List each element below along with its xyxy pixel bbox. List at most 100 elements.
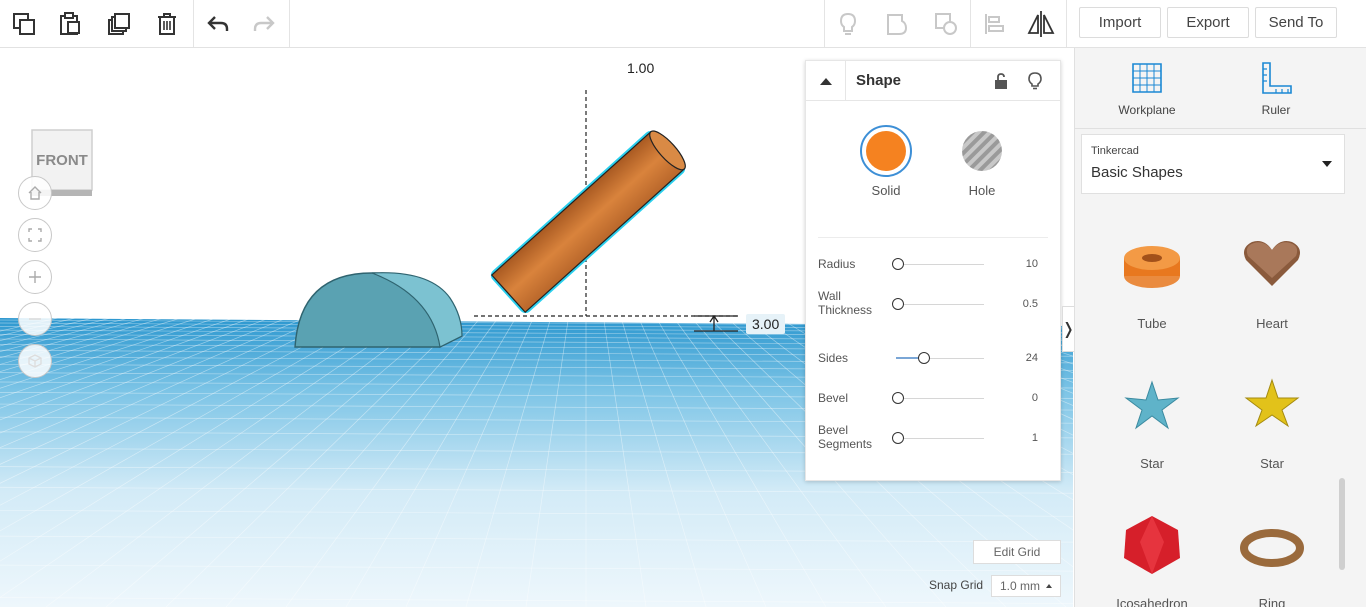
import-button[interactable]: Import xyxy=(1079,7,1161,38)
property-slider-knob[interactable] xyxy=(892,432,904,444)
workplane-label: Workplane xyxy=(1118,103,1176,117)
perspective-toggle-button[interactable] xyxy=(18,344,52,378)
shape-card-star[interactable]: Star xyxy=(1097,358,1207,488)
property-slider-track[interactable] xyxy=(896,264,984,265)
panel-divider xyxy=(1075,128,1366,129)
lightbulb-icon xyxy=(1028,72,1042,90)
copy-icon xyxy=(13,13,35,35)
mirror-icon xyxy=(1027,11,1055,37)
panel-scrollbar[interactable] xyxy=(1339,478,1345,570)
ungroup-icon xyxy=(935,13,957,35)
shape-library-dropdown[interactable]: Tinkercad Basic Shapes xyxy=(1081,134,1345,194)
lock-button[interactable] xyxy=(990,70,1012,92)
zoom-in-button[interactable] xyxy=(18,260,52,294)
duplicate-button[interactable] xyxy=(101,6,137,42)
shape-card-tube[interactable]: Tube xyxy=(1097,218,1207,348)
shape-label: Star xyxy=(1260,456,1284,471)
fit-icon xyxy=(28,228,42,242)
workplane-icon xyxy=(1132,63,1162,93)
collapse-inspector-button[interactable] xyxy=(806,61,846,100)
property-slider-knob[interactable] xyxy=(892,298,904,310)
redo-button[interactable] xyxy=(246,6,282,42)
solid-swatch xyxy=(866,131,906,171)
caret-down-icon xyxy=(1322,161,1332,167)
shape-card-star[interactable]: Star xyxy=(1217,358,1327,488)
shape-label: Icosahedron xyxy=(1116,596,1188,607)
property-value[interactable]: 0 xyxy=(1032,392,1038,404)
shape-star-icon xyxy=(1124,380,1180,430)
inspector-header: Shape xyxy=(806,61,1060,101)
show-all-button[interactable] xyxy=(830,6,866,42)
half-cylinder-shape[interactable] xyxy=(294,272,463,348)
hole-mode-button[interactable] xyxy=(956,125,1008,177)
lightbulb-icon xyxy=(839,12,857,35)
ruler-label: Ruler xyxy=(1261,103,1291,117)
property-slider-knob[interactable] xyxy=(918,352,931,364)
edit-grid-button[interactable]: Edit Grid xyxy=(973,540,1061,564)
property-slider-knob[interactable] xyxy=(892,392,904,404)
shape-card-icosahedron[interactable]: Icosahedron xyxy=(1097,498,1207,607)
property-label: Bevel Segments xyxy=(818,423,873,451)
toolbar-separator xyxy=(970,0,971,47)
property-slider-track[interactable] xyxy=(896,398,984,399)
home-view-button[interactable] xyxy=(18,176,52,210)
plus-icon xyxy=(29,271,41,283)
visibility-button[interactable] xyxy=(1024,70,1046,92)
snap-grid-value: 1.0 mm xyxy=(1000,579,1041,593)
view-cube-face-label: FRONT xyxy=(36,152,88,169)
property-value[interactable]: 1 xyxy=(1032,432,1038,444)
mirror-button[interactable] xyxy=(1023,6,1059,42)
paste-icon xyxy=(60,12,80,35)
group-icon xyxy=(887,14,908,35)
property-slider-track[interactable] xyxy=(896,438,984,439)
property-value[interactable]: 0.5 xyxy=(1023,298,1038,310)
workplane-tool-button[interactable]: Workplane xyxy=(1102,60,1192,120)
caret-up-icon xyxy=(819,77,832,85)
toolbar-separator xyxy=(193,0,194,47)
library-name: Basic Shapes xyxy=(1091,164,1183,181)
send-to-button[interactable]: Send To xyxy=(1255,7,1337,38)
property-value[interactable]: 24 xyxy=(1026,352,1038,364)
group-button[interactable] xyxy=(879,6,915,42)
ungroup-button[interactable] xyxy=(928,6,964,42)
shape-ring-icon xyxy=(1240,529,1304,567)
dimension-label-size[interactable]: 1.00 xyxy=(621,58,661,78)
inspector-divider xyxy=(818,237,1048,238)
cube-icon xyxy=(28,354,42,368)
paste-button[interactable] xyxy=(52,6,88,42)
expand-panel-toggle[interactable]: ❭ xyxy=(1062,306,1075,352)
zoom-out-button[interactable] xyxy=(18,302,52,336)
toolbar-separator xyxy=(289,0,290,47)
hole-label: Hole xyxy=(968,183,996,198)
property-slider-knob[interactable] xyxy=(892,258,904,270)
dimension-label-elevation[interactable]: 3.00 xyxy=(746,314,786,334)
property-label: Bevel xyxy=(818,391,849,405)
property-label: Radius xyxy=(818,257,856,271)
caret-up-icon xyxy=(1046,584,1052,588)
export-button[interactable]: Export xyxy=(1167,7,1249,38)
property-slider-track[interactable] xyxy=(896,304,984,305)
shape-label: Heart xyxy=(1256,316,1288,331)
copy-button[interactable] xyxy=(6,6,42,42)
property-label: Sides xyxy=(818,351,849,365)
ruler-tool-button[interactable]: Ruler xyxy=(1231,60,1321,120)
shape-heart-icon xyxy=(1244,241,1300,286)
shape-card-heart[interactable]: Heart xyxy=(1217,218,1327,348)
solid-mode-button[interactable] xyxy=(860,125,912,177)
selected-cylinder-shape[interactable] xyxy=(490,126,690,314)
redo-icon xyxy=(253,16,275,31)
shape-label: Tube xyxy=(1137,316,1167,331)
shape-inspector-panel: Shape Solid Hole Radius 10 Wall Thickness 0… xyxy=(805,60,1061,481)
ruler-icon xyxy=(1262,62,1292,94)
snap-grid-select[interactable]: 1.0 mm xyxy=(991,575,1061,597)
minus-icon xyxy=(29,318,41,320)
snap-grid-label: Snap Grid xyxy=(929,578,984,592)
delete-button[interactable] xyxy=(149,6,185,42)
shape-label: Star xyxy=(1140,456,1164,471)
align-button[interactable] xyxy=(976,6,1012,42)
trash-icon xyxy=(158,13,176,35)
shape-card-ring[interactable]: Ring xyxy=(1217,498,1327,607)
fit-view-button[interactable] xyxy=(18,218,52,252)
undo-button[interactable] xyxy=(200,6,236,42)
property-value[interactable]: 10 xyxy=(1026,258,1038,270)
